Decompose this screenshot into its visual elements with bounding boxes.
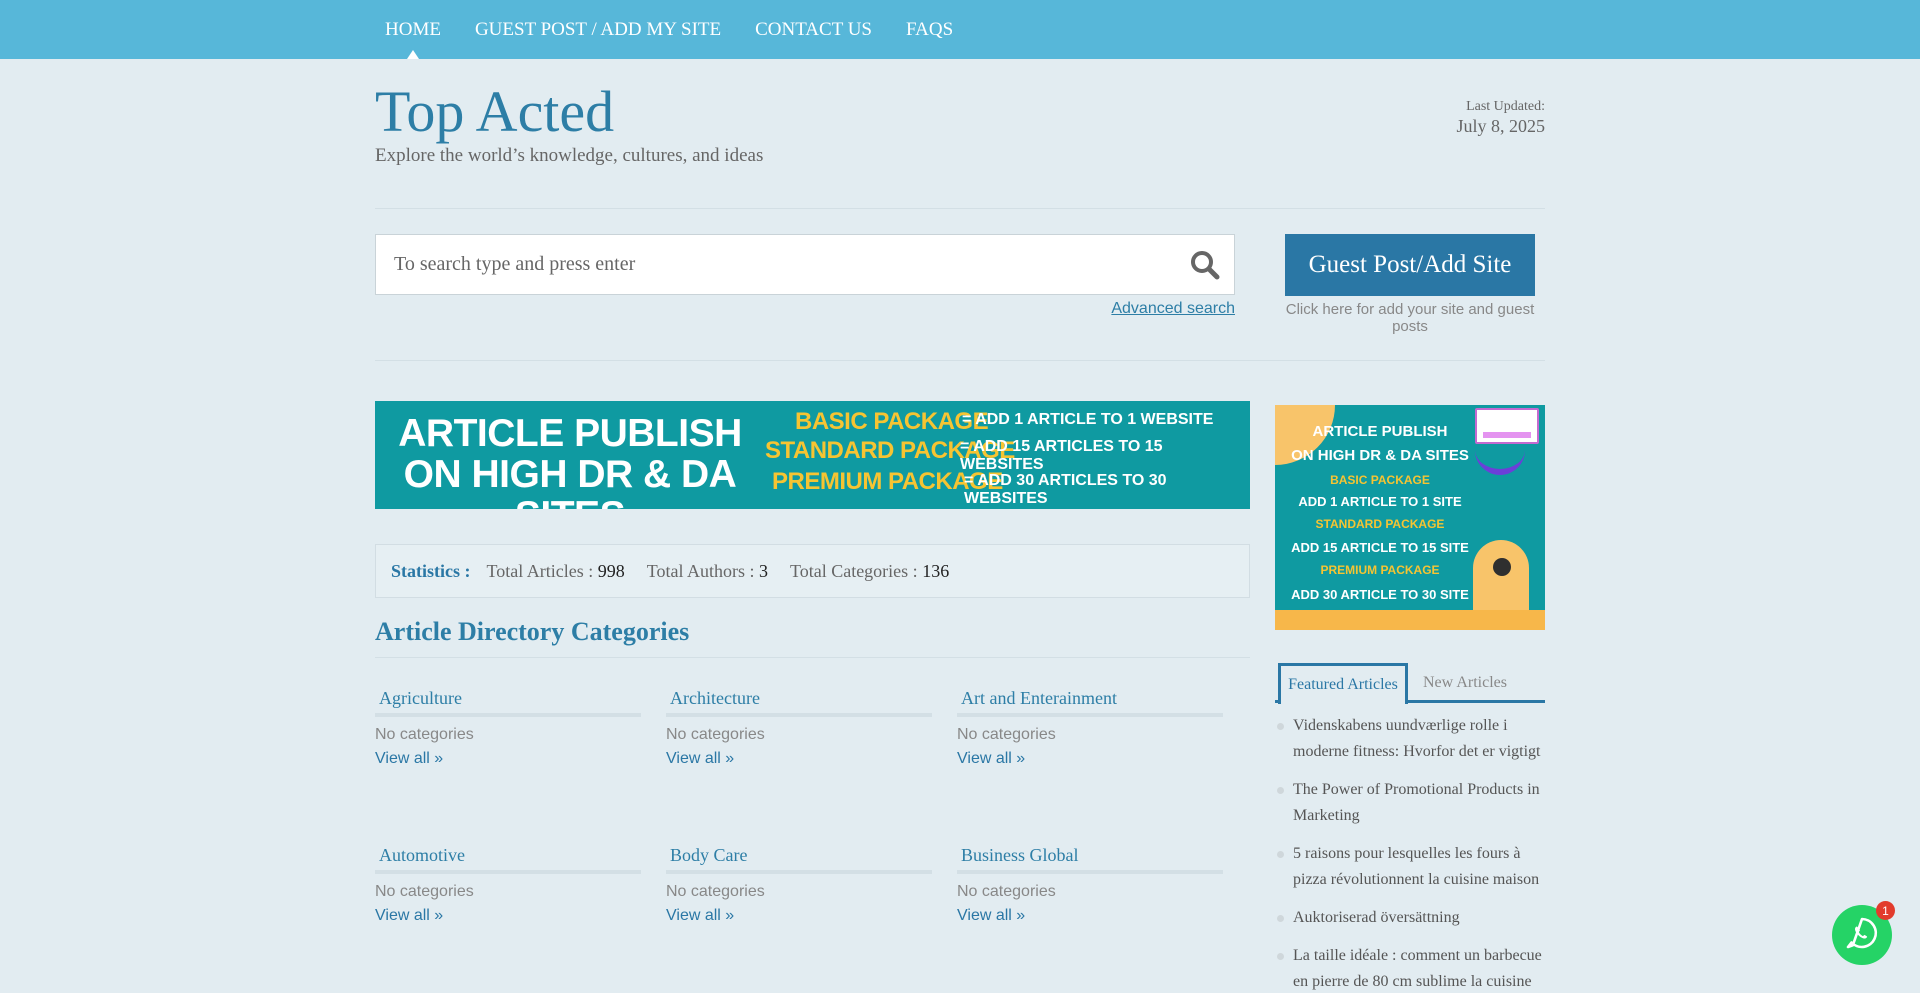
banner-basic-package: BASIC PACKAGE bbox=[795, 408, 989, 435]
article-tabs: Featured Articles New Articles bbox=[1275, 661, 1545, 704]
banner-title: ARTICLE PUBLISH ON HIGH DR & DA SITES bbox=[395, 413, 745, 509]
notification-badge: 1 bbox=[1876, 901, 1895, 920]
ad-title-line2: ON HIGH DR & DA SITES bbox=[1291, 447, 1469, 464]
category-block: Business Global No categories View all » bbox=[957, 845, 1223, 925]
view-all-link[interactable]: View all » bbox=[957, 907, 1223, 925]
category-block: Agriculture No categories View all » bbox=[375, 688, 641, 768]
view-all-link[interactable]: View all » bbox=[666, 907, 932, 925]
featured-articles-list: Videnskabens uundværlige rolle i moderne… bbox=[1275, 713, 1550, 993]
ad-basic-package: BASIC PACKAGE bbox=[1330, 473, 1430, 487]
total-articles-value: 998 bbox=[597, 560, 625, 581]
category-empty-text: No categories bbox=[666, 726, 765, 743]
divider bbox=[375, 360, 1545, 361]
banner-title-line2: ON HIGH DR & DA SITES bbox=[403, 453, 737, 509]
whatsapp-icon bbox=[1845, 916, 1879, 955]
nav-menu: HOME GUEST POST / ADD MY SITE CONTACT US… bbox=[368, 0, 970, 59]
total-authors-value: 3 bbox=[758, 560, 768, 581]
nav-item-contact[interactable]: CONTACT US bbox=[738, 0, 889, 59]
ad-bottom-bar bbox=[1275, 610, 1545, 630]
category-name[interactable]: Architecture bbox=[666, 688, 932, 717]
category-name[interactable]: Art and Enterainment bbox=[957, 688, 1223, 717]
guest-post-caption: Click here for add your site and guest p… bbox=[1285, 301, 1535, 335]
article-publish-banner[interactable]: ARTICLE PUBLISH ON HIGH DR & DA SITES BA… bbox=[375, 401, 1250, 509]
tab-featured-articles[interactable]: Featured Articles bbox=[1278, 663, 1408, 704]
article-link[interactable]: 5 raisons pour lesquelles les fours à pi… bbox=[1275, 841, 1550, 893]
view-all-link[interactable]: View all » bbox=[666, 750, 932, 768]
top-nav: HOME GUEST POST / ADD MY SITE CONTACT US… bbox=[0, 0, 1920, 59]
banner-basic-desc: = ADD 1 ARTICLE TO 1 WEBSITE bbox=[962, 411, 1214, 428]
section-title: Article Directory Categories bbox=[375, 617, 690, 646]
view-all-link[interactable]: View all » bbox=[375, 750, 641, 768]
tab-new-articles[interactable]: New Articles bbox=[1421, 663, 1507, 703]
category-name[interactable]: Body Care bbox=[666, 845, 932, 874]
ad-basic-desc: ADD 1 ARTICLE TO 1 SITE bbox=[1298, 494, 1462, 509]
nav-item-guest-post[interactable]: GUEST POST / ADD MY SITE bbox=[458, 0, 738, 59]
nav-item-home[interactable]: HOME bbox=[368, 0, 458, 59]
category-block: Automotive No categories View all » bbox=[375, 845, 641, 925]
divider bbox=[375, 208, 1545, 209]
category-name[interactable]: Agriculture bbox=[375, 688, 641, 717]
search-box bbox=[375, 234, 1235, 295]
category-block: Body Care No categories View all » bbox=[666, 845, 932, 925]
site-title[interactable]: Top Acted bbox=[375, 80, 614, 144]
category-empty-text: No categories bbox=[957, 883, 1056, 900]
category-empty-text: No categories bbox=[957, 726, 1056, 743]
category-empty-text: No categories bbox=[375, 883, 474, 900]
advanced-search-link[interactable]: Advanced search bbox=[1111, 300, 1235, 318]
article-link[interactable]: Auktoriserad översättning bbox=[1275, 905, 1550, 931]
category-name[interactable]: Automotive bbox=[375, 845, 641, 874]
total-categories-label: Total Categories : bbox=[789, 560, 918, 581]
category-empty-text: No categories bbox=[666, 883, 765, 900]
article-link[interactable]: La taille idéale : comment un barbecue e… bbox=[1275, 943, 1550, 993]
category-name[interactable]: Business Global bbox=[957, 845, 1223, 874]
divider bbox=[375, 657, 1250, 658]
guest-post-button[interactable]: Guest Post/Add Site bbox=[1285, 234, 1535, 296]
total-authors: Total Authors : 3 bbox=[647, 561, 768, 582]
article-link[interactable]: Videnskabens uundværlige rolle i moderne… bbox=[1275, 713, 1550, 765]
view-all-link[interactable]: View all » bbox=[957, 750, 1223, 768]
total-authors-label: Total Authors : bbox=[646, 560, 755, 581]
ad-standard-package: STANDARD PACKAGE bbox=[1315, 517, 1445, 531]
ad-title-line1: ARTICLE PUBLISH bbox=[1312, 423, 1448, 440]
ad-premium-desc: ADD 30 ARTICLE TO 30 SITE bbox=[1291, 587, 1469, 602]
site-description: Explore the world’s knowledge, cultures,… bbox=[375, 145, 764, 166]
total-categories-value: 136 bbox=[922, 560, 950, 581]
ad-premium-package: PREMIUM PACKAGE bbox=[1320, 563, 1440, 577]
total-articles: Total Articles : 998 bbox=[487, 561, 625, 582]
search-input[interactable] bbox=[376, 235, 1156, 294]
last-updated-date: July 8, 2025 bbox=[1456, 116, 1545, 136]
article-link[interactable]: The Power of Promotional Products in Mar… bbox=[1275, 777, 1550, 829]
total-articles-label: Total Articles : bbox=[486, 560, 594, 581]
banner-standard-desc: = ADD 15 ARTICLES TO 15 WEBSITES bbox=[960, 438, 1163, 473]
banner-title-line1: ARTICLE PUBLISH bbox=[398, 412, 742, 455]
statistics-bar: Statistics : Total Articles : 998 Total … bbox=[375, 544, 1250, 598]
category-block: Art and Enterainment No categories View … bbox=[957, 688, 1223, 768]
last-updated-label: Last Updated: bbox=[1466, 99, 1545, 114]
side-ad-banner[interactable]: ARTICLE PUBLISH ON HIGH DR & DA SITES BA… bbox=[1275, 405, 1545, 630]
statistics-label: Statistics : bbox=[391, 560, 471, 581]
category-empty-text: No categories bbox=[375, 726, 474, 743]
category-block: Architecture No categories View all » bbox=[666, 688, 932, 768]
ad-standard-desc: ADD 15 ARTICLE TO 15 SITE bbox=[1291, 540, 1469, 555]
banner-premium-desc: = ADD 30 ARTICLES TO 30 WEBSITES bbox=[964, 472, 1167, 507]
view-all-link[interactable]: View all » bbox=[375, 907, 641, 925]
search-icon[interactable] bbox=[1190, 250, 1220, 280]
total-categories: Total Categories : 136 bbox=[790, 561, 949, 582]
nav-item-faqs[interactable]: FAQS bbox=[889, 0, 970, 59]
